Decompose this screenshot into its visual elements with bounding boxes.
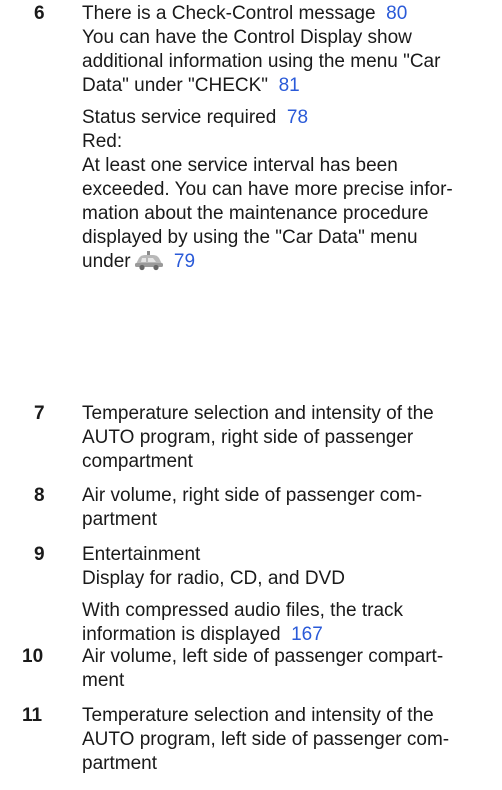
page-ref-link[interactable]: 79 <box>174 251 195 272</box>
item-number: 9 <box>34 544 45 565</box>
item-body: There is a Check-Control message 80 You … <box>82 2 482 278</box>
page-ref-link[interactable]: 80 <box>386 3 407 24</box>
item-body: Entertainment Display for radio, CD, and… <box>82 544 404 645</box>
item-body: Temperature selection and intensity of t… <box>82 403 434 472</box>
item-body: Temperature selection and intensity of t… <box>82 705 450 774</box>
item-number: 8 <box>34 485 45 506</box>
item-number: 10 <box>22 646 44 667</box>
page-ref-link[interactable]: 78 <box>287 107 308 128</box>
item-body: Air volume, right side of passenger com-… <box>82 485 423 530</box>
page-ref-link[interactable]: 167 <box>291 624 323 645</box>
item-number: 7 <box>34 403 45 424</box>
item-number: 6 <box>34 3 45 24</box>
car-check-icon <box>133 251 165 278</box>
item-number: 11 <box>22 705 43 726</box>
item-body: Air volume, left side of passenger compa… <box>82 646 444 691</box>
page-ref-link[interactable]: 81 <box>279 75 300 96</box>
